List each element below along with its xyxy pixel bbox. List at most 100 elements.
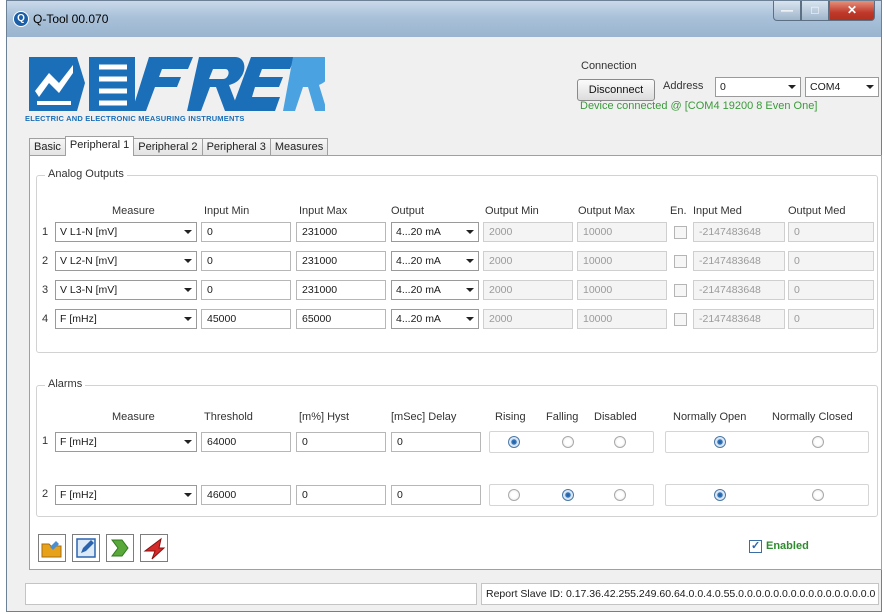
port-select[interactable]: COM4 [805, 77, 879, 97]
input-min-field[interactable]: 0 [201, 251, 291, 271]
tab-measures[interactable]: Measures [269, 138, 329, 156]
contact-radio-group [665, 431, 869, 453]
header-output-min: Output Min [485, 205, 539, 217]
rising-radio[interactable] [508, 436, 520, 448]
input-min-field[interactable]: 0 [201, 280, 291, 300]
row-number: 2 [42, 488, 49, 500]
measure-value: V L1-N [mV] [60, 226, 118, 238]
tab-basic[interactable]: Basic [29, 138, 66, 156]
header-output: Output [391, 205, 425, 217]
row-number: 3 [42, 284, 49, 296]
chevron-down-icon [788, 85, 796, 89]
row-number: 1 [42, 226, 49, 238]
falling-radio[interactable] [562, 489, 574, 501]
header-delay: [mSec] Delay [391, 411, 457, 423]
output-select[interactable]: 4...20 mA [391, 251, 479, 271]
normally-closed-radio[interactable] [812, 436, 824, 448]
disabled-radio[interactable] [614, 489, 626, 501]
header-normally-closed: Normally Closed [772, 411, 853, 423]
input-med-field[interactable]: -2147483648 [693, 280, 785, 300]
rising-radio[interactable] [508, 489, 520, 501]
read-button[interactable] [140, 534, 168, 562]
output-med-field[interactable]: 0 [788, 222, 874, 242]
output-select[interactable]: 4...20 mA [391, 222, 479, 242]
input-med-field[interactable]: -2147483648 [693, 309, 785, 329]
row-number: 4 [42, 313, 49, 325]
output-select[interactable]: 4...20 mA [391, 309, 479, 329]
output-max-field[interactable]: 10000 [577, 251, 667, 271]
disabled-radio[interactable] [614, 436, 626, 448]
output-max-field[interactable]: 10000 [577, 222, 667, 242]
input-max-field[interactable]: 231000 [296, 251, 386, 271]
minimize-button[interactable]: — [773, 1, 801, 21]
hyst-field[interactable]: 0 [296, 485, 386, 505]
measure-select[interactable]: V L1-N [mV] [55, 222, 197, 242]
enabled-label: Enabled [766, 540, 809, 552]
input-min-field[interactable]: 45000 [201, 309, 291, 329]
threshold-field[interactable]: 46000 [201, 485, 291, 505]
chevron-down-icon [184, 440, 192, 444]
edit-button[interactable] [72, 534, 100, 562]
output-min-field[interactable]: 2000 [483, 280, 573, 300]
output-med-field[interactable]: 0 [788, 251, 874, 271]
input-max-field[interactable]: 65000 [296, 309, 386, 329]
alarm-measure-select[interactable]: F [mHz] [55, 485, 197, 505]
port-value: COM4 [810, 81, 841, 93]
chevron-down-icon [184, 493, 192, 497]
red-arrow-icon [143, 537, 166, 560]
header-input-med: Input Med [693, 205, 742, 217]
enable-checkbox[interactable] [674, 313, 687, 326]
output-min-field[interactable]: 2000 [483, 222, 573, 242]
open-folder-button[interactable] [38, 534, 66, 562]
normally-closed-radio[interactable] [812, 489, 824, 501]
title-bar: Q Q-Tool 00.070 — □ ✕ [7, 1, 881, 37]
contact-radio-group [665, 484, 869, 506]
measure-value: F [mHz] [60, 436, 97, 448]
write-button[interactable] [106, 534, 134, 562]
falling-radio[interactable] [562, 436, 574, 448]
delay-field[interactable]: 0 [391, 432, 481, 452]
output-value: 4...20 mA [396, 226, 441, 238]
input-min-field[interactable]: 0 [201, 222, 291, 242]
hyst-field[interactable]: 0 [296, 432, 386, 452]
address-select[interactable]: 0 [715, 77, 801, 97]
normally-open-radio[interactable] [714, 489, 726, 501]
header-falling: Falling [546, 411, 579, 423]
measure-select[interactable]: F [mHz] [55, 309, 197, 329]
disconnect-button[interactable]: Disconnect [577, 79, 655, 101]
enable-checkbox[interactable] [674, 226, 687, 239]
input-max-field[interactable]: 231000 [296, 280, 386, 300]
output-med-field[interactable]: 0 [788, 280, 874, 300]
output-max-field[interactable]: 10000 [577, 280, 667, 300]
normally-open-radio[interactable] [714, 436, 726, 448]
measure-select[interactable]: V L3-N [mV] [55, 280, 197, 300]
header-output-med: Output Med [788, 205, 846, 217]
output-select[interactable]: 4...20 mA [391, 280, 479, 300]
input-max-field[interactable]: 231000 [296, 222, 386, 242]
output-min-field[interactable]: 2000 [483, 309, 573, 329]
output-min-field[interactable]: 2000 [483, 251, 573, 271]
chevron-down-icon [466, 259, 474, 263]
enable-checkbox[interactable] [674, 255, 687, 268]
chevron-down-icon [466, 317, 474, 321]
alarm-measure-select[interactable]: F [mHz] [55, 432, 197, 452]
threshold-field[interactable]: 64000 [201, 432, 291, 452]
maximize-button[interactable]: □ [801, 1, 829, 21]
measure-value: F [mHz] [60, 489, 97, 501]
enable-checkbox[interactable] [674, 284, 687, 297]
header-measure: Measure [112, 411, 155, 423]
close-button[interactable]: ✕ [829, 1, 875, 21]
tab-peripheral-2[interactable]: Peripheral 2 [133, 138, 203, 156]
measure-select[interactable]: V L2-N [mV] [55, 251, 197, 271]
green-arrow-icon [111, 539, 129, 557]
tab-peripheral-1[interactable]: Peripheral 1 [64, 136, 135, 156]
output-value: 4...20 mA [396, 255, 441, 267]
input-med-field[interactable]: -2147483648 [693, 222, 785, 242]
delay-field[interactable]: 0 [391, 485, 481, 505]
enabled-checkbox[interactable] [749, 539, 762, 553]
output-med-field[interactable]: 0 [788, 309, 874, 329]
report-slave-id: Report Slave ID: 0.17.36.42.255.249.60.6… [481, 583, 879, 605]
input-med-field[interactable]: -2147483648 [693, 251, 785, 271]
output-max-field[interactable]: 10000 [577, 309, 667, 329]
tab-peripheral-3[interactable]: Peripheral 3 [201, 138, 271, 156]
